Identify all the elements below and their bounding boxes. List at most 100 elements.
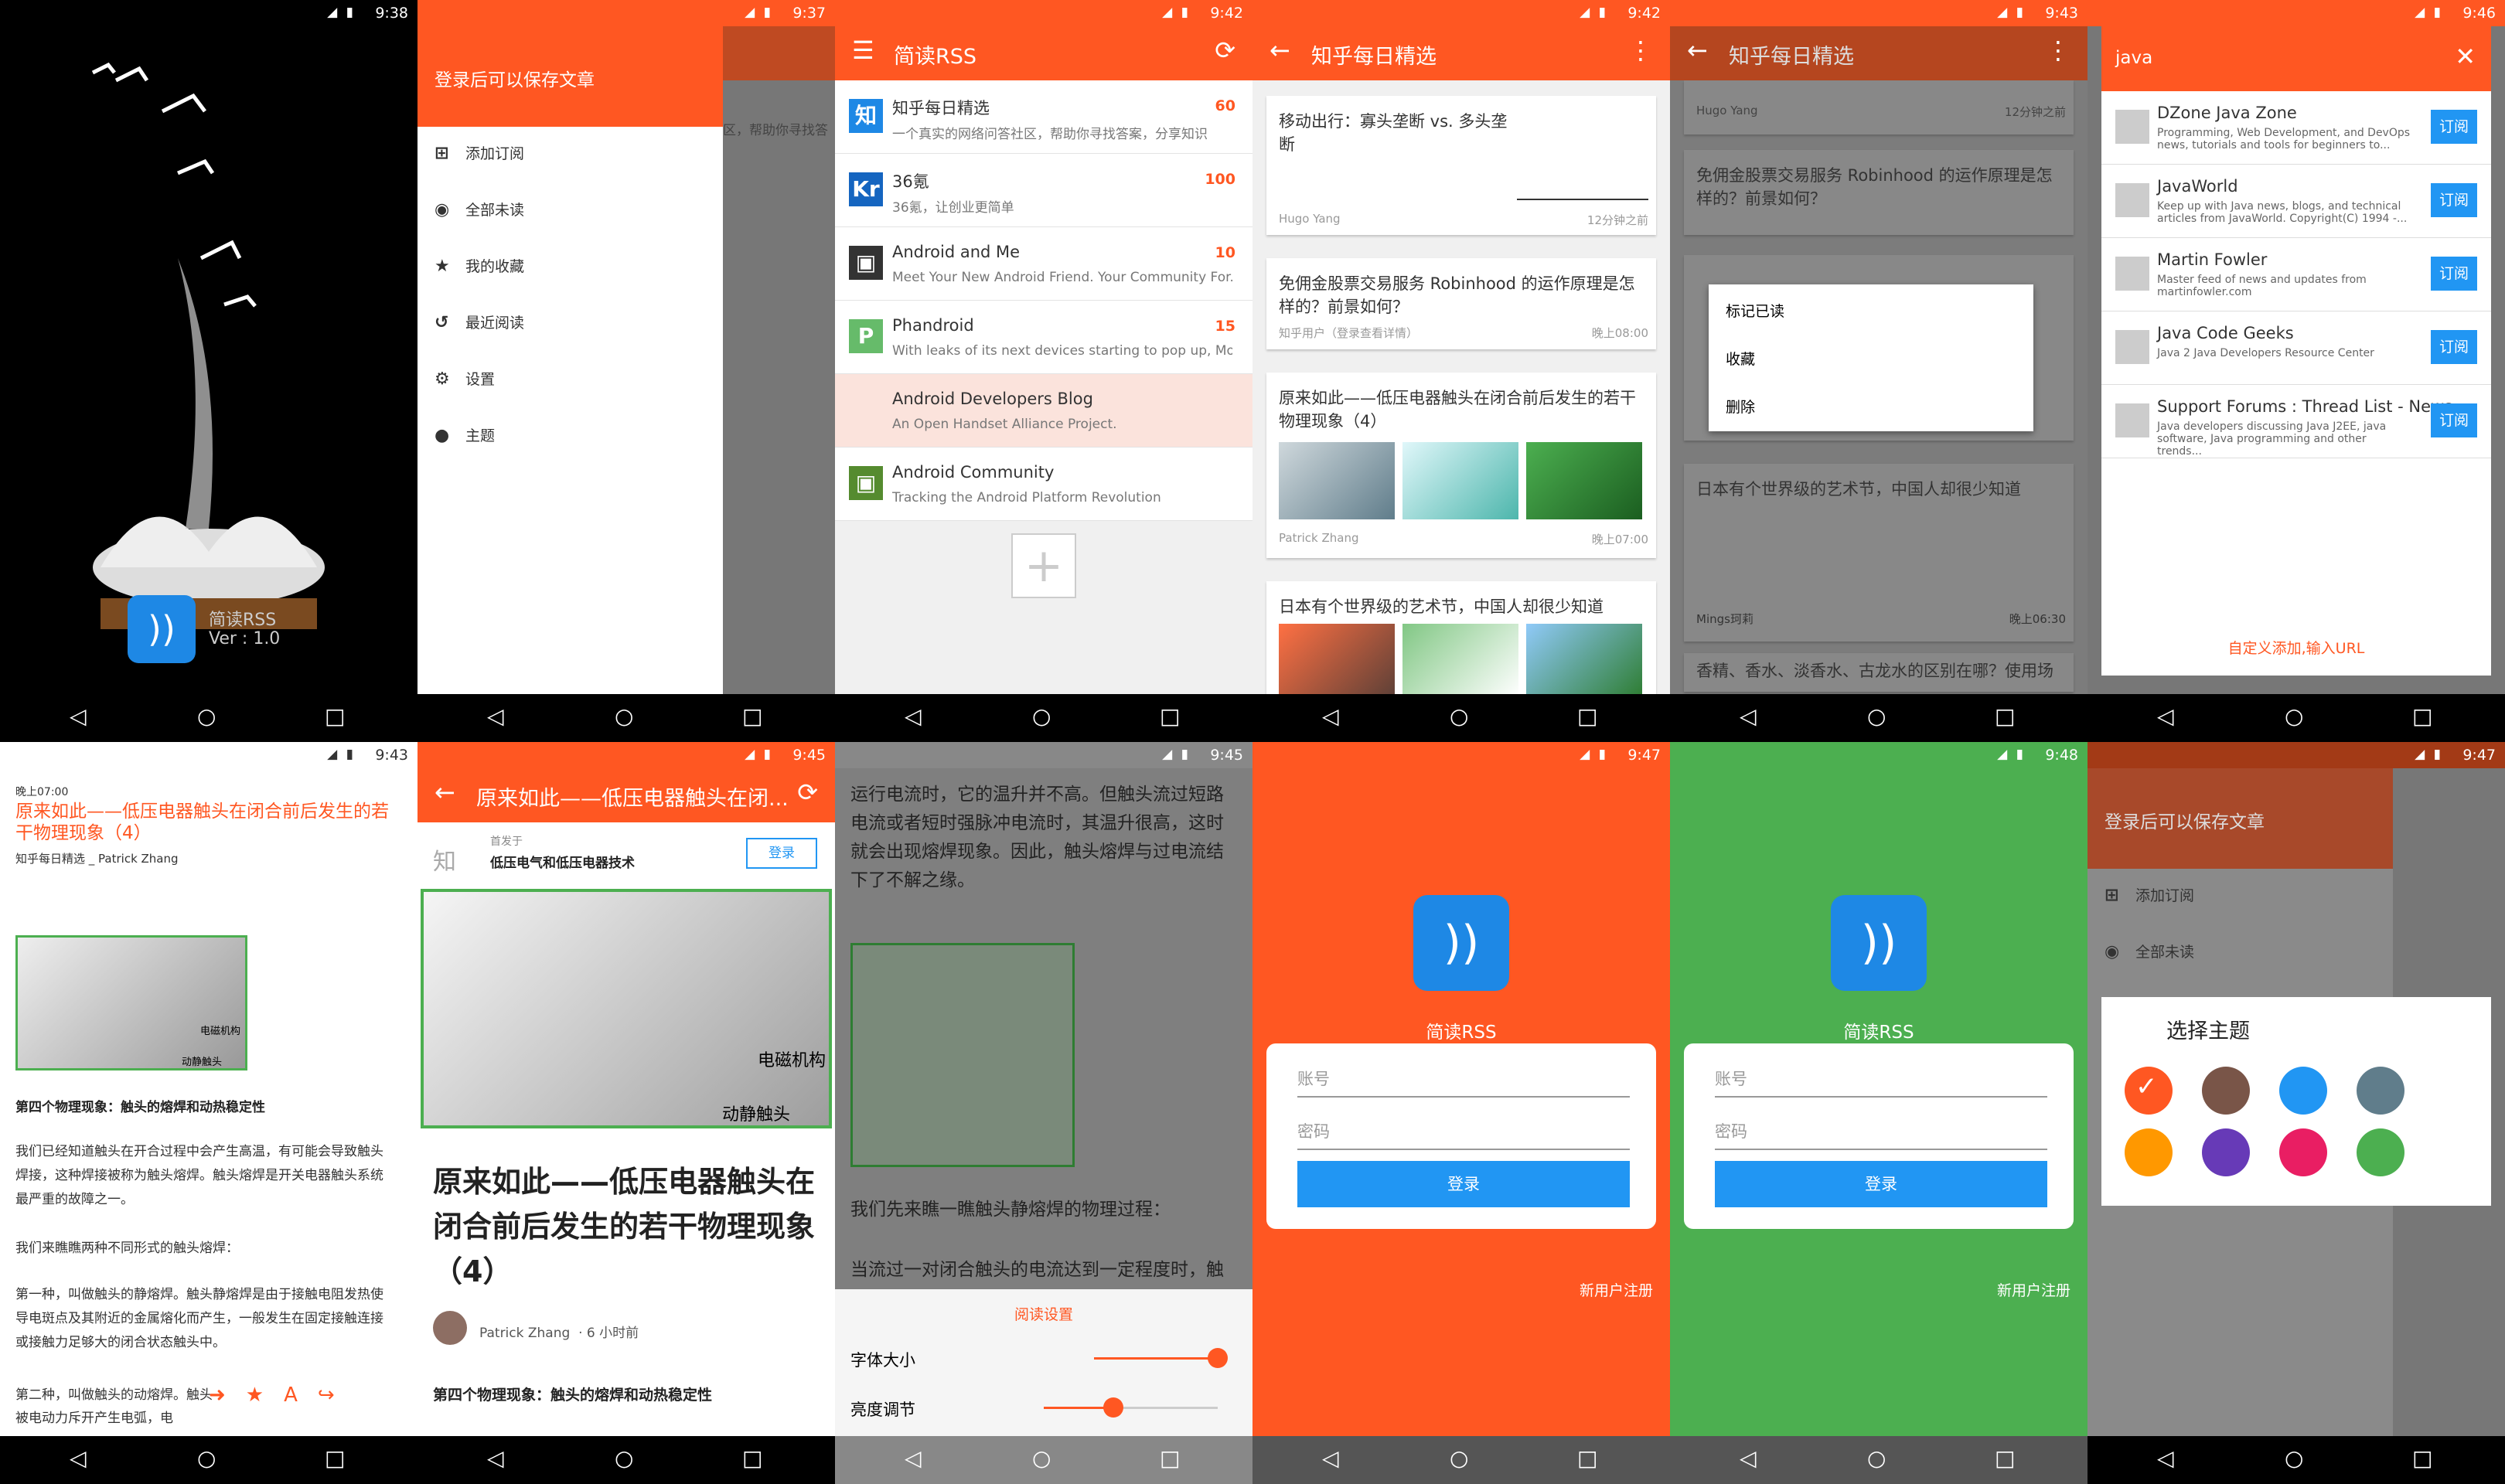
article-image: 电磁机构 动静触头 — [15, 935, 247, 1070]
recents-icon[interactable]: □ — [1577, 703, 1597, 729]
more-icon[interactable]: ⋮ — [1628, 36, 1653, 65]
home-icon[interactable]: ○ — [1032, 703, 1051, 729]
feed-logo-icon: ▣ — [849, 466, 883, 500]
recents-icon[interactable]: □ — [1995, 703, 2015, 729]
article-card[interactable]: 免佣金股票交易服务 Robinhood 的运作原理是怎样的？前景如何？ 知乎用户（… — [1266, 258, 1656, 349]
menu-favorite[interactable]: 收藏 — [1726, 348, 1755, 369]
username-field[interactable]: 账号 — [1297, 1067, 1630, 1098]
feed-row[interactable]: Kr 36氪 36氪，让创业更简单 100 — [835, 154, 1252, 227]
password-field[interactable]: 密码 — [1715, 1119, 2047, 1150]
subscribe-button[interactable]: 订阅 — [2431, 403, 2477, 437]
feed-row[interactable]: ▣ Android Community Tracking the Android P… — [835, 448, 1252, 521]
subscribe-button[interactable]: 订阅 — [2431, 330, 2477, 364]
home-icon[interactable]: ○ — [197, 1445, 216, 1471]
drawer-item-add[interactable]: ⊞ 添加订阅 — [435, 142, 524, 163]
back-icon[interactable]: ◁ — [487, 703, 504, 729]
theme-color-swatch[interactable] — [2279, 1067, 2327, 1115]
article-card[interactable]: 原来如此——低压电器触头在闭合前后发生的若干物理现象（4） Patrick Zha… — [1266, 373, 1656, 558]
custom-url-link[interactable]: 自定义添加,输入URL — [2101, 637, 2491, 658]
search-query[interactable]: java — [2115, 48, 2152, 68]
theme-color-swatch[interactable] — [2125, 1128, 2173, 1176]
drawer-item-favorites[interactable]: ★ 我的收藏 — [435, 255, 524, 276]
feed-desc: Keep up with Java news, blogs, and techn… — [2157, 200, 2408, 225]
back-icon[interactable]: ◁ — [905, 703, 922, 729]
menu-delete[interactable]: 删除 — [1726, 396, 1755, 417]
home-icon[interactable]: ○ — [615, 703, 633, 729]
unread-count: 10 — [1215, 244, 1235, 261]
theme-color-swatch[interactable] — [2202, 1067, 2250, 1115]
recents-icon[interactable]: □ — [742, 1445, 762, 1471]
login-button[interactable]: 登录 — [1297, 1161, 1630, 1207]
back-icon[interactable]: ◁ — [1740, 1445, 1757, 1471]
drawer-item-recent[interactable]: ↺ 最近阅读 — [435, 311, 524, 332]
theme-color-swatch[interactable] — [2202, 1128, 2250, 1176]
register-link[interactable]: 新用户注册 — [1580, 1279, 1653, 1300]
back-icon[interactable]: ◁ — [1322, 1445, 1339, 1471]
theme-color-swatch[interactable] — [2279, 1128, 2327, 1176]
font-icon: A — [284, 1384, 318, 1407]
close-icon[interactable]: ✕ — [2455, 42, 2476, 71]
menu-icon[interactable]: ☰ — [852, 36, 874, 65]
login-button[interactable]: 登录 — [746, 838, 817, 869]
subscribe-button[interactable]: 订阅 — [2431, 110, 2477, 144]
back-arrow-icon[interactable]: ← — [435, 778, 455, 807]
back-icon[interactable]: ◁ — [487, 1445, 504, 1471]
app-logo-icon: )) — [128, 595, 196, 663]
feed-row[interactable]: 知知乎每日精选 一个真实的网络问答社区，帮助你寻找答案，分享知识 60 — [835, 80, 1252, 154]
recents-icon[interactable]: □ — [1160, 703, 1180, 729]
menu-mark-read[interactable]: 标记已读 — [1726, 300, 1784, 321]
gears-icon: ⚙ — [435, 369, 450, 389]
back-icon[interactable]: ◁ — [1740, 703, 1757, 729]
feed-row[interactable]: Android Developers Blog An Open Handset A… — [835, 374, 1252, 448]
recents-icon[interactable]: □ — [325, 703, 345, 729]
back-icon[interactable]: ◁ — [70, 703, 87, 729]
brightness-slider[interactable] — [1044, 1397, 1218, 1418]
search-dialog: java ✕ DZone Java Zone Programming, Web De… — [2101, 26, 2491, 676]
login-button[interactable]: 登录 — [1715, 1161, 2047, 1207]
feed-row[interactable]: ▣ Android and Me Meet Your New Android Fri… — [835, 227, 1252, 301]
refresh-icon[interactable]: ⟳ — [797, 778, 818, 807]
article-card[interactable]: 日本有个世界级的艺术节，中国人却很少知道 — [1266, 581, 1656, 697]
recents-icon[interactable]: □ — [1160, 1445, 1180, 1471]
recents-icon[interactable]: □ — [325, 1445, 345, 1471]
theme-color-swatch[interactable] — [2357, 1128, 2404, 1176]
add-feed-button[interactable]: + — [1011, 533, 1076, 598]
recents-icon[interactable]: □ — [2412, 703, 2432, 729]
back-icon[interactable]: ◁ — [905, 1445, 922, 1471]
home-icon[interactable]: ○ — [197, 703, 216, 729]
feed-row[interactable]: P Phandroid With leaks of its next devices… — [835, 301, 1252, 374]
recents-icon[interactable]: □ — [1995, 1445, 2015, 1471]
home-icon[interactable]: ○ — [2285, 1445, 2303, 1471]
drawer-header[interactable]: 登录后可以保存文章 — [435, 65, 595, 91]
home-icon[interactable]: ○ — [615, 1445, 633, 1471]
reader-action-bar[interactable]: ➜★A↪ — [209, 1384, 355, 1407]
password-field[interactable]: 密码 — [1297, 1119, 1630, 1150]
back-icon[interactable]: ◁ — [2157, 703, 2174, 729]
back-icon[interactable]: ◁ — [1322, 703, 1339, 729]
back-arrow-icon[interactable]: ← — [1270, 36, 1290, 65]
recents-icon[interactable]: □ — [1577, 1445, 1597, 1471]
register-link[interactable]: 新用户注册 — [1997, 1279, 2070, 1300]
theme-color-swatch[interactable]: ✓ — [2125, 1067, 2173, 1115]
drawer-item-theme[interactable]: ● 主题 — [435, 424, 495, 445]
home-icon[interactable]: ○ — [2285, 703, 2303, 729]
subscribe-button[interactable]: 订阅 — [2431, 257, 2477, 291]
subscribe-button[interactable]: 订阅 — [2431, 183, 2477, 217]
back-icon[interactable]: ◁ — [2157, 1445, 2174, 1471]
drawer-item-unread[interactable]: ◉ 全部未读 — [435, 199, 524, 220]
back-icon[interactable]: ◁ — [70, 1445, 87, 1471]
drawer-item-settings[interactable]: ⚙ 设置 — [435, 368, 495, 389]
recents-icon[interactable]: □ — [2412, 1445, 2432, 1471]
home-icon[interactable]: ○ — [1450, 703, 1468, 729]
home-icon[interactable]: ○ — [1867, 1445, 1886, 1471]
font-size-slider[interactable] — [1094, 1348, 1228, 1368]
feed-desc: 一个真实的网络问答社区，帮助你寻找答案，分享知识 — [892, 127, 1208, 142]
refresh-icon[interactable]: ⟳ — [1215, 36, 1235, 65]
home-icon[interactable]: ○ — [1450, 1445, 1468, 1471]
home-icon[interactable]: ○ — [1867, 703, 1886, 729]
recents-icon[interactable]: □ — [742, 703, 762, 729]
article-card[interactable]: 移动出行：寡头垄断 vs. 多头垄断 Hugo Yang 12分钟之前 — [1266, 96, 1656, 235]
username-field[interactable]: 账号 — [1715, 1067, 2047, 1098]
home-icon[interactable]: ○ — [1032, 1445, 1051, 1471]
theme-color-swatch[interactable] — [2357, 1067, 2404, 1115]
